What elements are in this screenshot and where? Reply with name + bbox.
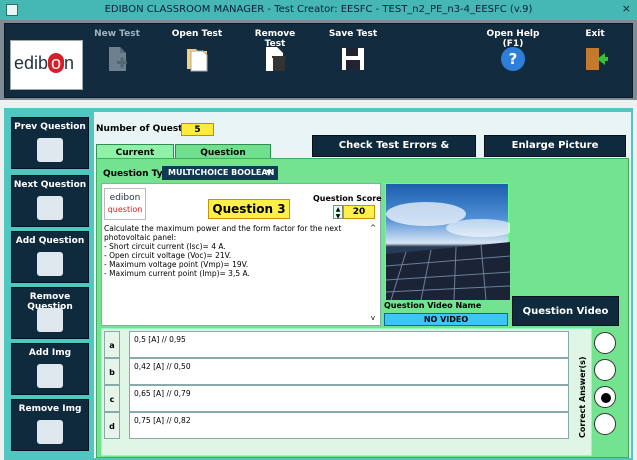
video-name-label: Question Video Name xyxy=(384,301,482,310)
help-button[interactable]: Open Help (F1) ? xyxy=(477,27,549,95)
window-title: EDIBON CLASSROOM MANAGER - Test Creator:… xyxy=(0,0,637,20)
answer-letter: b xyxy=(104,358,120,385)
answer-letter: d xyxy=(104,412,120,439)
remove-image-icon xyxy=(37,420,63,444)
exit-door-icon xyxy=(586,48,608,70)
correct-radio-b[interactable] xyxy=(594,359,616,381)
question-mini-logo: edibon question xyxy=(104,188,146,220)
num-questions-value: 5 xyxy=(181,123,214,136)
question-video-button[interactable]: Question Video xyxy=(512,296,619,326)
edibon-logo-text: edib o n xyxy=(14,53,75,73)
trash-document-icon xyxy=(266,47,286,71)
chevron-down-icon: ▼ xyxy=(265,168,272,177)
solar-panel-photo xyxy=(385,202,516,301)
add-image-button[interactable]: Add Img xyxy=(11,343,89,395)
question-title: Question 3 xyxy=(208,199,290,219)
answer-field-b[interactable]: 0,42 [A] // 0,50 xyxy=(129,358,569,385)
floppy-disk-icon xyxy=(342,48,364,70)
correct-answers-label: Correct Answer(s) xyxy=(578,356,587,438)
add-question-icon xyxy=(37,252,63,276)
new-test-button[interactable]: New Test xyxy=(89,27,145,95)
answer-field-a[interactable]: 0,5 [A] // 0,95 xyxy=(129,331,569,358)
exit-button[interactable]: Exit xyxy=(567,27,623,95)
prev-question-icon xyxy=(37,138,63,162)
answer-letter: c xyxy=(104,385,120,412)
close-icon[interactable]: × xyxy=(622,2,631,15)
question-image xyxy=(385,183,516,301)
check-errors-button[interactable]: Check Test Errors & Warnings xyxy=(312,135,476,171)
question-text-scrollbar[interactable]: ^ v xyxy=(368,224,378,322)
svg-text:?: ? xyxy=(509,50,518,68)
add-question-button[interactable]: Add Question xyxy=(11,231,89,283)
correct-radio-d[interactable] xyxy=(594,413,616,435)
remove-question-icon xyxy=(37,308,63,332)
question-text[interactable]: Calculate the maximum power and the form… xyxy=(104,224,368,322)
open-document-icon xyxy=(187,49,208,72)
remove-image-button[interactable]: Remove Img xyxy=(11,399,89,451)
open-test-button[interactable]: Open Test xyxy=(169,27,225,95)
question-score-label: Question Score xyxy=(313,194,382,203)
answer-field-d[interactable]: 0,75 [A] // 0,82 xyxy=(129,412,569,439)
remove-question-button[interactable]: Remove Question xyxy=(11,287,89,339)
prev-question-button[interactable]: Prev Question xyxy=(11,117,89,169)
remove-test-button[interactable]: Remove Test xyxy=(243,27,307,95)
answer-field-c[interactable]: 0,65 [A] // 0,79 xyxy=(129,385,569,412)
enlarge-picture-button[interactable]: Enlarge Picture xyxy=(484,135,626,157)
next-question-icon xyxy=(37,196,63,220)
question-score-value[interactable]: 20 xyxy=(343,205,375,219)
answer-letter: a xyxy=(104,331,120,358)
new-document-icon xyxy=(109,47,127,71)
video-name-field[interactable]: NO VIDEO xyxy=(384,313,508,326)
correct-radio-a[interactable] xyxy=(594,332,616,354)
save-test-button[interactable]: Save Test xyxy=(323,27,383,95)
next-question-button[interactable]: Next Question xyxy=(11,175,89,227)
app-icon xyxy=(6,4,18,16)
correct-radio-c[interactable] xyxy=(594,386,616,408)
question-type-select[interactable]: MULTICHOICE BOOLEAN ▼ xyxy=(162,166,278,180)
add-image-icon xyxy=(37,364,63,388)
score-stepper[interactable]: ▲ ▼ xyxy=(333,205,343,220)
help-question-icon: ? xyxy=(501,47,525,71)
